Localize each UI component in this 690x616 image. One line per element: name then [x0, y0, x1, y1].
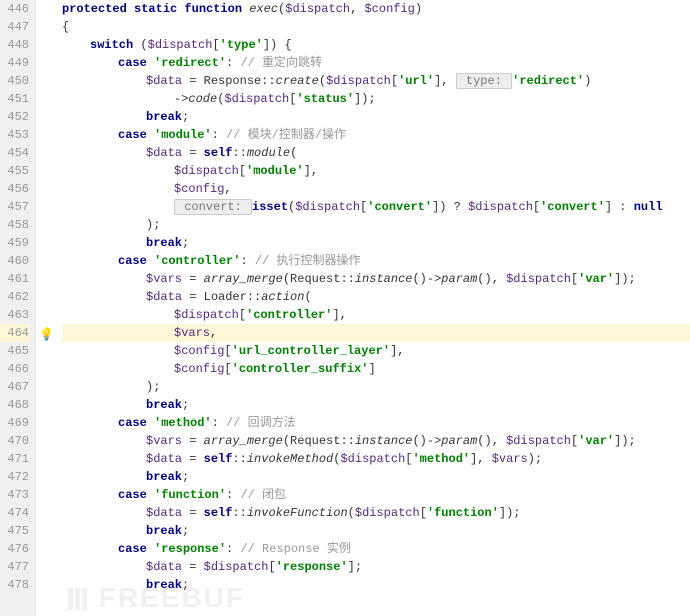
line-number: 467: [0, 378, 29, 396]
line-number: 449: [0, 54, 29, 72]
code-line[interactable]: case 'function': // 闭包: [62, 486, 690, 504]
line-number: 468: [0, 396, 29, 414]
line-number: 460: [0, 252, 29, 270]
marker-gutter: 💡: [36, 0, 58, 616]
line-number: 472: [0, 468, 29, 486]
line-number: 470: [0, 432, 29, 450]
code-line[interactable]: );: [62, 216, 690, 234]
line-number: 454: [0, 144, 29, 162]
line-number-gutter: 4464474484494504514524534544554564574584…: [0, 0, 36, 616]
line-number: 466: [0, 360, 29, 378]
code-line[interactable]: $vars,: [62, 324, 690, 342]
code-line[interactable]: $dispatch['controller'],: [62, 306, 690, 324]
code-line[interactable]: $data = $dispatch['response'];: [62, 558, 690, 576]
code-line[interactable]: $data = Loader::action(: [62, 288, 690, 306]
line-number: 458: [0, 216, 29, 234]
code-line[interactable]: {: [62, 18, 690, 36]
line-number: 452: [0, 108, 29, 126]
code-line[interactable]: ->code($dispatch['status']);: [62, 90, 690, 108]
code-line[interactable]: break;: [62, 468, 690, 486]
line-number: 477: [0, 558, 29, 576]
code-editor[interactable]: 4464474484494504514524534544554564574584…: [0, 0, 690, 616]
code-line[interactable]: break;: [62, 108, 690, 126]
line-number: 469: [0, 414, 29, 432]
code-line[interactable]: break;: [62, 576, 690, 594]
code-line[interactable]: $data = self::invokeFunction($dispatch['…: [62, 504, 690, 522]
code-line[interactable]: case 'method': // 回调方法: [62, 414, 690, 432]
line-number: 461: [0, 270, 29, 288]
code-line[interactable]: case 'response': // Response 实例: [62, 540, 690, 558]
line-number: 451: [0, 90, 29, 108]
code-line[interactable]: convert: isset($dispatch['convert']) ? $…: [62, 198, 690, 216]
line-number: 474: [0, 504, 29, 522]
code-line[interactable]: $vars = array_merge(Request::instance()-…: [62, 432, 690, 450]
line-number: 471: [0, 450, 29, 468]
line-number: 456: [0, 180, 29, 198]
code-line[interactable]: $data = self::module(: [62, 144, 690, 162]
code-line[interactable]: case 'module': // 模块/控制器/操作: [62, 126, 690, 144]
code-line[interactable]: );: [62, 378, 690, 396]
code-line[interactable]: break;: [62, 234, 690, 252]
code-line[interactable]: $data = self::invokeMethod($dispatch['me…: [62, 450, 690, 468]
code-line[interactable]: case 'redirect': // 重定向跳转: [62, 54, 690, 72]
code-line[interactable]: break;: [62, 396, 690, 414]
code-line[interactable]: $data = Response::create($dispatch['url'…: [62, 72, 690, 90]
line-number: 457: [0, 198, 29, 216]
line-number: 447: [0, 18, 29, 36]
line-number: 459: [0, 234, 29, 252]
line-number: 473: [0, 486, 29, 504]
line-number: 450: [0, 72, 29, 90]
line-number: 463: [0, 306, 29, 324]
code-line[interactable]: $config['url_controller_layer'],: [62, 342, 690, 360]
code-line[interactable]: switch ($dispatch['type']) {: [62, 36, 690, 54]
code-line[interactable]: protected static function exec($dispatch…: [62, 0, 690, 18]
code-area[interactable]: FREEBUF protected static function exec($…: [58, 0, 690, 616]
line-number: 455: [0, 162, 29, 180]
line-number: 476: [0, 540, 29, 558]
code-line[interactable]: break;: [62, 522, 690, 540]
code-line[interactable]: case 'controller': // 执行控制器操作: [62, 252, 690, 270]
line-number: 448: [0, 36, 29, 54]
line-number: 446: [0, 0, 29, 18]
line-number: 478: [0, 576, 29, 594]
line-number: 462: [0, 288, 29, 306]
line-number: 465: [0, 342, 29, 360]
code-line[interactable]: $vars = array_merge(Request::instance()-…: [62, 270, 690, 288]
intention-bulb-icon[interactable]: 💡: [39, 326, 53, 340]
code-line[interactable]: $dispatch['module'],: [62, 162, 690, 180]
line-number: 453: [0, 126, 29, 144]
line-number: 475: [0, 522, 29, 540]
code-line[interactable]: $config['controller_suffix']: [62, 360, 690, 378]
code-line[interactable]: $config,: [62, 180, 690, 198]
line-number: 464: [0, 324, 29, 342]
